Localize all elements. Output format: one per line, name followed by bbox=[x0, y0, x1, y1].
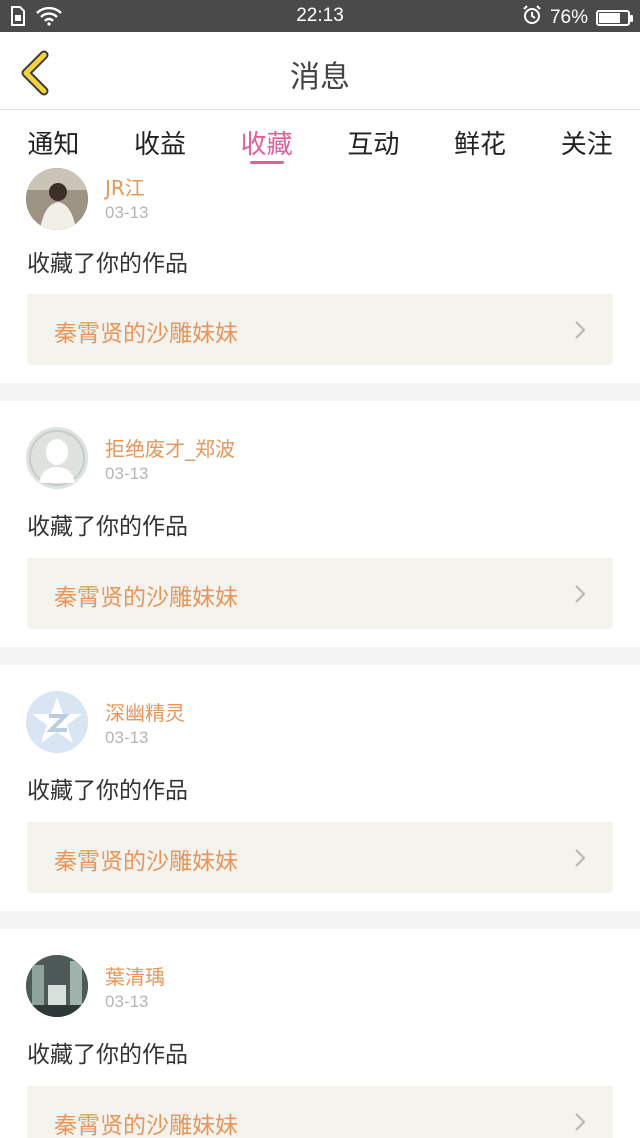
tab-flowers[interactable]: 鲜花 bbox=[427, 110, 534, 168]
work-title: 秦霄贤的沙雕妹妹 bbox=[54, 1113, 238, 1138]
work-link[interactable]: 秦霄贤的沙雕妹妹 bbox=[27, 558, 613, 629]
date: 03-13 bbox=[105, 992, 149, 1011]
tab-favorites[interactable]: 收藏 bbox=[213, 110, 320, 168]
alarm-icon bbox=[522, 5, 542, 31]
tab-earnings[interactable]: 收益 bbox=[107, 110, 214, 168]
action-text: 收藏了你的作品 bbox=[27, 251, 188, 277]
status-bar: 22:13 76% bbox=[0, 0, 640, 32]
chevron-right-icon bbox=[575, 1113, 586, 1131]
nav-bar: 消息 bbox=[0, 32, 640, 110]
work-title: 秦霄贤的沙雕妹妹 bbox=[54, 849, 238, 875]
battery-fill bbox=[599, 13, 620, 23]
date: 03-13 bbox=[105, 728, 149, 747]
status-right: 76% bbox=[522, 5, 633, 31]
date: 03-13 bbox=[105, 203, 149, 222]
date: 03-13 bbox=[105, 464, 149, 483]
list-item: 葉清瑀 03-13 收藏了你的作品 秦霄贤的沙雕妹妹 bbox=[0, 929, 640, 1138]
work-link[interactable]: 秦霄贤的沙雕妹妹 bbox=[27, 1086, 613, 1138]
list-item: 拒绝废才_郑波 03-13 收藏了你的作品 秦霄贤的沙雕妹妹 bbox=[0, 401, 640, 647]
tab-bar: 通知 收益 收藏 互动 鲜花 关注 bbox=[0, 110, 640, 168]
action-text: 收藏了你的作品 bbox=[27, 1042, 188, 1068]
tab-following[interactable]: 关注 bbox=[533, 110, 640, 168]
username[interactable]: JR江 bbox=[105, 172, 145, 201]
work-title: 秦霄贤的沙雕妹妹 bbox=[54, 585, 238, 611]
chevron-right-icon bbox=[575, 321, 586, 339]
work-title: 秦霄贤的沙雕妹妹 bbox=[54, 321, 238, 347]
list-item: JR江 03-13 收藏了你的作品 秦霄贤的沙雕妹妹 bbox=[0, 168, 640, 383]
action-text: 收藏了你的作品 bbox=[27, 514, 188, 540]
message-list[interactable]: JR江 03-13 收藏了你的作品 秦霄贤的沙雕妹妹 拒绝废才_郑波 03-13… bbox=[0, 168, 640, 1138]
work-link[interactable]: 秦霄贤的沙雕妹妹 bbox=[27, 294, 613, 365]
avatar[interactable] bbox=[26, 168, 88, 230]
tab-notifications[interactable]: 通知 bbox=[0, 110, 107, 168]
action-text: 收藏了你的作品 bbox=[27, 778, 188, 804]
battery-icon bbox=[596, 10, 633, 26]
avatar[interactable] bbox=[26, 691, 88, 753]
list-item: 深幽精灵 03-13 收藏了你的作品 秦霄贤的沙雕妹妹 bbox=[0, 665, 640, 911]
battery-percent: 76% bbox=[549, 7, 588, 28]
tab-interactions[interactable]: 互动 bbox=[320, 110, 427, 168]
avatar[interactable] bbox=[26, 955, 88, 1017]
avatar[interactable] bbox=[26, 427, 88, 489]
username[interactable]: 深幽精灵 bbox=[105, 697, 185, 726]
chevron-right-icon bbox=[575, 849, 586, 867]
username[interactable]: 拒绝废才_郑波 bbox=[105, 433, 235, 462]
chevron-right-icon bbox=[575, 585, 586, 603]
username[interactable]: 葉清瑀 bbox=[105, 961, 165, 990]
work-link[interactable]: 秦霄贤的沙雕妹妹 bbox=[27, 822, 613, 893]
page-title: 消息 bbox=[290, 60, 350, 95]
